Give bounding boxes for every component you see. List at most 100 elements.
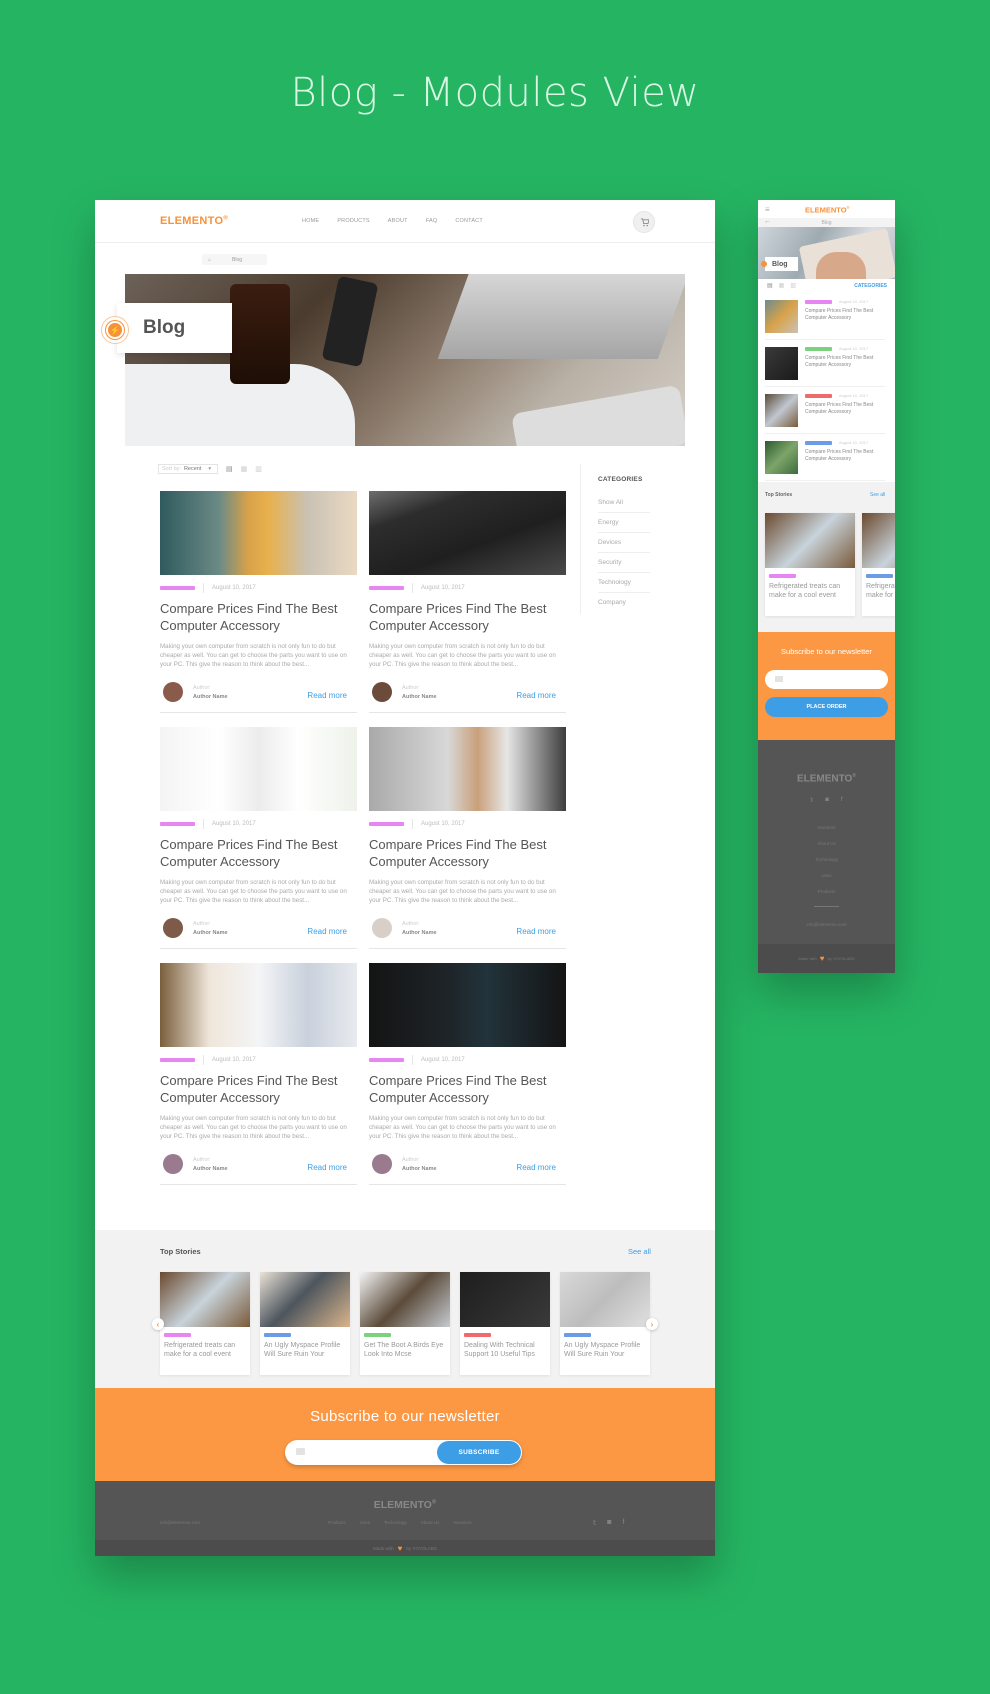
post-tag[interactable] <box>160 1058 195 1062</box>
post-title[interactable]: Compare Prices Find The Best Computer Ac… <box>160 1072 350 1106</box>
post-divider <box>160 948 357 949</box>
grid-view-icon[interactable]: ▦ <box>241 465 248 473</box>
avatar <box>372 1154 392 1174</box>
post-title[interactable]: Compare Prices Find The Best Computer Ac… <box>160 600 350 634</box>
see-all-link[interactable]: See all <box>628 1247 651 1256</box>
post-card: August 10, 2017 Compare Prices Find The … <box>369 491 566 713</box>
post-image[interactable] <box>160 963 357 1047</box>
subscribe-button[interactable]: SUBSCRIBE <box>437 1441 521 1464</box>
mobile-post-item[interactable]: August 10, 2017 Compare Prices Find The … <box>765 340 885 387</box>
mobile-footer-logo[interactable]: ELEMENTO® <box>758 773 895 784</box>
post-tag[interactable] <box>160 822 195 826</box>
category-technology[interactable]: Technology <box>598 573 650 593</box>
story-card[interactable]: An Ugly Myspace Profile Will Sure Ruin Y… <box>260 1272 350 1375</box>
mobile-footer-email[interactable]: info@elemento.com <box>758 922 895 927</box>
list-view-icon[interactable]: ▤ <box>226 465 233 473</box>
post-date: August 10, 2017 <box>421 1057 465 1063</box>
category-devices[interactable]: Devices <box>598 533 650 553</box>
nav-about[interactable]: ABOUT <box>388 218 408 224</box>
post-excerpt: Making your own computer from scratch is… <box>160 643 347 668</box>
post-title[interactable]: Compare Prices Find The Best Computer Ac… <box>369 600 559 634</box>
post-image[interactable] <box>160 491 357 575</box>
carousel-next-button[interactable]: › <box>646 1318 658 1330</box>
mobile-newsletter-email-input[interactable] <box>789 672 879 687</box>
story-card[interactable]: An Ugly Myspace Profile Will Sure Ruin Y… <box>560 1272 650 1375</box>
mobile-post-item[interactable]: August 10, 2017 Compare Prices Find The … <box>765 387 885 434</box>
mobile-grid-view-icon[interactable]: ▦ <box>779 282 785 289</box>
read-more-link[interactable]: Read more <box>307 1163 347 1172</box>
logo[interactable]: ELEMENTO® <box>160 215 228 227</box>
mobile-compact-view-icon[interactable]: ▥ <box>790 282 796 289</box>
read-more-link[interactable]: Read more <box>516 927 556 936</box>
post-tag[interactable] <box>369 1058 404 1062</box>
mobile-logo[interactable]: ELEMENTO® <box>805 205 850 215</box>
mobile-post-thumbnail <box>765 441 798 474</box>
read-more-link[interactable]: Read more <box>307 927 347 936</box>
mobile-list-view-icon[interactable]: ▤ <box>767 282 773 289</box>
nav-products[interactable]: PRODUCTS <box>337 218 369 224</box>
mobile-post-item[interactable]: August 10, 2017 Compare Prices Find The … <box>765 293 885 340</box>
nav-home[interactable]: HOME <box>302 218 319 224</box>
post-image[interactable] <box>369 727 566 811</box>
sort-select[interactable]: Sort by: Recent ▾ <box>158 464 218 474</box>
footer-link-about-us[interactable]: About Us <box>421 1520 440 1525</box>
mobile-post-tag <box>805 441 832 445</box>
instagram-icon[interactable]: ◙ <box>607 1519 611 1527</box>
mobile-footer-link-products[interactable]: Products <box>758 889 895 905</box>
story-card[interactable]: Get The Boot A Birds Eye Look Into Mcse <box>360 1272 450 1375</box>
category-security[interactable]: Security <box>598 553 650 573</box>
post-image[interactable] <box>160 727 357 811</box>
compact-view-icon[interactable]: ▥ <box>255 465 262 473</box>
mobile-footer-link-uses[interactable]: Uses <box>758 873 895 889</box>
place-order-button[interactable]: PLACE ORDER <box>765 697 888 717</box>
post-image[interactable] <box>369 963 566 1047</box>
post-tag[interactable] <box>369 586 404 590</box>
mobile-post-item[interactable]: August 10, 2017 Compare Prices Find The … <box>765 434 885 481</box>
mobile-story-card[interactable]: Refrigerated treats can make for a cool … <box>765 513 855 616</box>
hamburger-menu-icon[interactable]: ≡ <box>765 205 770 214</box>
cart-button[interactable] <box>633 211 655 233</box>
footer-link-investors[interactable]: Investors <box>453 1520 471 1525</box>
home-icon[interactable]: ⌂ <box>208 257 220 263</box>
post-image[interactable] <box>369 491 566 575</box>
footer-link-uses[interactable]: Uses <box>360 1520 370 1525</box>
facebook-icon[interactable]: f <box>623 1519 625 1527</box>
mobile-footer-link-investors[interactable]: Investors <box>758 825 895 841</box>
twitter-icon[interactable]: 𝕥 <box>593 1519 596 1527</box>
read-more-link[interactable]: Read more <box>516 691 556 700</box>
hero-title-card: Blog <box>117 303 232 353</box>
mobile-categories-link[interactable]: CATEGORIES <box>854 283 887 289</box>
mobile-footer-link-about-us[interactable]: About Us <box>758 841 895 857</box>
mobile-newsletter: Subscribe to our newsletter PLACE ORDER <box>758 632 895 740</box>
nav-contact[interactable]: CONTACT <box>455 218 483 224</box>
post-excerpt: Making your own computer from scratch is… <box>160 1115 347 1140</box>
story-card[interactable]: Dealing With Technical Support 10 Useful… <box>460 1272 550 1375</box>
mobile-footer-link-technology[interactable]: Technology <box>758 857 895 873</box>
post-title[interactable]: Compare Prices Find The Best Computer Ac… <box>369 1072 559 1106</box>
category-energy[interactable]: Energy <box>598 513 650 533</box>
mobile-story-tag <box>769 574 796 578</box>
newsletter-email-input[interactable] <box>311 1444 421 1461</box>
post-title[interactable]: Compare Prices Find The Best Computer Ac… <box>160 836 350 870</box>
instagram-icon[interactable]: ◙ <box>825 797 829 804</box>
mobile-see-all-link[interactable]: See all <box>870 492 885 498</box>
story-image <box>160 1272 250 1327</box>
post-tag[interactable] <box>369 822 404 826</box>
carousel-prev-button[interactable]: ‹ <box>152 1318 164 1330</box>
read-more-link[interactable]: Read more <box>307 691 347 700</box>
story-image <box>360 1272 450 1327</box>
footer-link-products[interactable]: Products <box>328 1520 346 1525</box>
post-tag[interactable] <box>160 586 195 590</box>
post-title[interactable]: Compare Prices Find The Best Computer Ac… <box>369 836 559 870</box>
twitter-icon[interactable]: 𝕥 <box>810 797 813 804</box>
facebook-icon[interactable]: f <box>841 797 843 804</box>
footer-link-technology[interactable]: Technology <box>384 1520 407 1525</box>
story-card[interactable]: Refrigerated treats can make for a cool … <box>160 1272 250 1375</box>
mobile-story-card[interactable]: Refrigerated treats can make for a cool … <box>862 513 895 616</box>
category-company[interactable]: Company <box>598 593 650 612</box>
nav-faq[interactable]: FAQ <box>426 218 438 224</box>
footer-logo[interactable]: ELEMENTO® <box>95 1499 715 1511</box>
category-show-all[interactable]: Show All <box>598 493 650 513</box>
footer-email[interactable]: info@elemento.com <box>160 1520 200 1525</box>
read-more-link[interactable]: Read more <box>516 1163 556 1172</box>
